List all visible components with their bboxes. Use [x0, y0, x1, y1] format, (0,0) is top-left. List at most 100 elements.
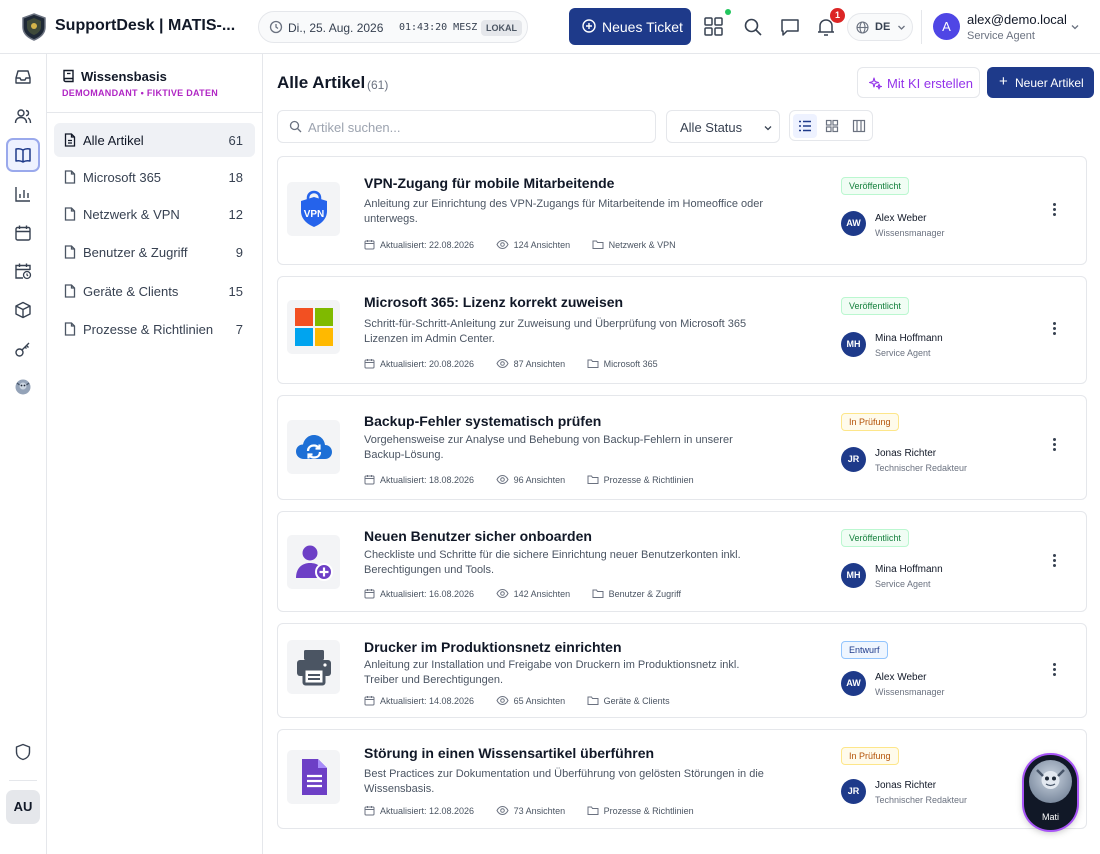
status-badge: Veröffentlicht [841, 177, 909, 195]
author-role: Wissensmanager [875, 687, 945, 697]
plus-circle-icon [582, 19, 596, 33]
list-view-button[interactable] [793, 114, 817, 138]
icon-rail: AU [0, 54, 47, 854]
assistant-label: Mati [1041, 812, 1059, 822]
more-options-icon[interactable] [1049, 553, 1059, 571]
new-ticket-button[interactable]: Neues Ticket [569, 8, 691, 45]
app-title: SupportDesk | MATIS-... [55, 17, 236, 34]
article-count: (61) [367, 78, 389, 92]
current-time: 01:43:20 MESZ [399, 22, 478, 33]
user-initials-button[interactable]: AU [6, 790, 40, 824]
article-description: Vorgehensweise zur Analyse und Behebung … [364, 434, 733, 461]
author-avatar: AW [841, 211, 866, 236]
more-options-icon[interactable] [1049, 437, 1059, 455]
calendar-icon[interactable] [14, 224, 32, 242]
category-prozesse-richtlinien[interactable]: Prozesse & Richtlinien 7 [54, 312, 255, 346]
article-card[interactable]: Störung in einen Wissensartikel überführ… [277, 729, 1087, 829]
category-microsoft-365[interactable]: Microsoft 365 18 [54, 160, 255, 194]
user-role: Service Agent [967, 30, 1035, 42]
category-geraete-clients[interactable]: Geräte & Clients 15 [54, 274, 255, 308]
chevron-down-icon [898, 25, 905, 30]
assistant-mati-button[interactable]: Mati [1024, 755, 1077, 830]
package-icon[interactable] [14, 301, 32, 319]
mascot-icon[interactable] [14, 378, 32, 396]
page-title: Alle Artikel [277, 73, 366, 92]
category-benutzer-zugriff[interactable]: Benutzer & Zugriff 9 [54, 235, 255, 269]
author-avatar: JR [841, 779, 866, 804]
mascot-avatar [1029, 760, 1072, 803]
status-badge: Veröffentlicht [841, 529, 909, 547]
new-article-button[interactable]: + Neuer Artikel [987, 67, 1094, 98]
article-meta: Aktualisiert: 12.08.2026 73 Ansichten Pr… [364, 805, 713, 816]
article-category: Prozesse & Richtlinien [603, 806, 694, 816]
article-title[interactable]: Microsoft 365: Lizenz korrekt zuweisen [364, 294, 623, 310]
article-updated: Aktualisiert: 14.08.2026 [380, 696, 475, 706]
language-selector[interactable]: DE [847, 13, 913, 41]
shield-logo-icon[interactable] [21, 13, 47, 41]
article-updated: Aktualisiert: 22.08.2026 [380, 240, 475, 250]
folder-icon [587, 696, 599, 705]
more-options-icon[interactable] [1049, 662, 1059, 680]
search-input[interactable] [308, 117, 638, 137]
status-filter[interactable]: Alle Status [666, 110, 780, 143]
status-badge: Veröffentlicht [841, 297, 909, 315]
calendar-icon [364, 240, 375, 250]
ai-create-label: Mit KI erstellen [887, 76, 973, 91]
key-icon[interactable] [14, 340, 32, 358]
article-meta: Aktualisiert: 14.08.2026 65 Ansichten Ge… [364, 695, 689, 706]
article-search[interactable] [277, 110, 656, 143]
author-name: Mina Hoffmann [875, 564, 943, 575]
category-label: Benutzer & Zugriff [83, 245, 188, 260]
user-email[interactable]: alex@demo.local [967, 12, 1067, 27]
grid-view-button[interactable] [820, 114, 844, 138]
ai-create-button[interactable]: Mit KI erstellen [857, 67, 980, 98]
user-add-icon [287, 535, 340, 589]
microsoft-logo-icon [287, 300, 340, 354]
shield-icon[interactable] [14, 743, 32, 761]
article-card[interactable]: VPN VPN-Zugang für mobile Mitarbeitende … [277, 156, 1087, 265]
bar-chart-icon[interactable] [14, 185, 32, 203]
article-views: 73 Ansichten [513, 806, 566, 816]
vpn-shield-icon: VPN [287, 182, 340, 236]
article-card[interactable]: Neuen Benutzer sicher onboarden Checklis… [277, 511, 1087, 612]
inbox-icon[interactable] [14, 68, 32, 86]
globe-icon [856, 21, 869, 34]
eye-icon [496, 239, 509, 250]
chat-icon[interactable] [779, 16, 801, 38]
article-title[interactable]: Störung in einen Wissensartikel überführ… [364, 745, 654, 761]
users-icon[interactable] [14, 107, 32, 125]
article-views: 142 Ansichten [513, 589, 571, 599]
category-label: Microsoft 365 [83, 170, 162, 185]
user-menu-chevron-icon[interactable] [1070, 22, 1080, 32]
article-meta: Aktualisiert: 18.08.2026 96 Ansichten Pr… [364, 474, 713, 485]
article-card[interactable]: Microsoft 365: Lizenz korrekt zuweisen S… [277, 276, 1087, 384]
article-title[interactable]: Backup-Fehler systematisch prüfen [364, 413, 601, 429]
more-options-icon[interactable] [1049, 321, 1059, 339]
eye-icon [496, 588, 509, 599]
more-options-icon[interactable] [1049, 202, 1059, 220]
search-icon[interactable] [742, 16, 764, 38]
columns-icon [852, 119, 866, 133]
calendar-clock-icon[interactable] [14, 262, 32, 280]
category-alle-artikel[interactable]: Alle Artikel 61 [54, 123, 255, 157]
article-updated: Aktualisiert: 18.08.2026 [380, 475, 475, 485]
article-description: Anleitung zur Einrichtung des VPN-Zugang… [364, 198, 764, 225]
knowledge-base-nav-active[interactable] [6, 138, 40, 172]
author-avatar: MH [841, 332, 866, 357]
rail-divider [9, 780, 37, 781]
article-card[interactable]: Backup-Fehler systematisch prüfen Vorgeh… [277, 395, 1087, 500]
category-label: Geräte & Clients [83, 284, 179, 299]
category-netzwerk-vpn[interactable]: Netzwerk & VPN 12 [54, 197, 255, 231]
user-avatar[interactable]: A [933, 13, 960, 40]
columns-view-button[interactable] [847, 114, 871, 138]
article-title[interactable]: Drucker im Produktionsnetz einrichten [364, 639, 622, 655]
folder-icon [592, 240, 604, 249]
article-title[interactable]: Neuen Benutzer sicher onboarden [364, 528, 592, 544]
apps-grid-icon[interactable] [703, 16, 725, 38]
article-card[interactable]: Drucker im Produktionsnetz einrichten An… [277, 623, 1087, 718]
author-role: Service Agent [875, 348, 931, 358]
article-title[interactable]: VPN-Zugang für mobile Mitarbeitende [364, 175, 614, 191]
folder-icon [587, 475, 599, 484]
header-divider [921, 10, 922, 44]
author-role: Service Agent [875, 579, 931, 589]
